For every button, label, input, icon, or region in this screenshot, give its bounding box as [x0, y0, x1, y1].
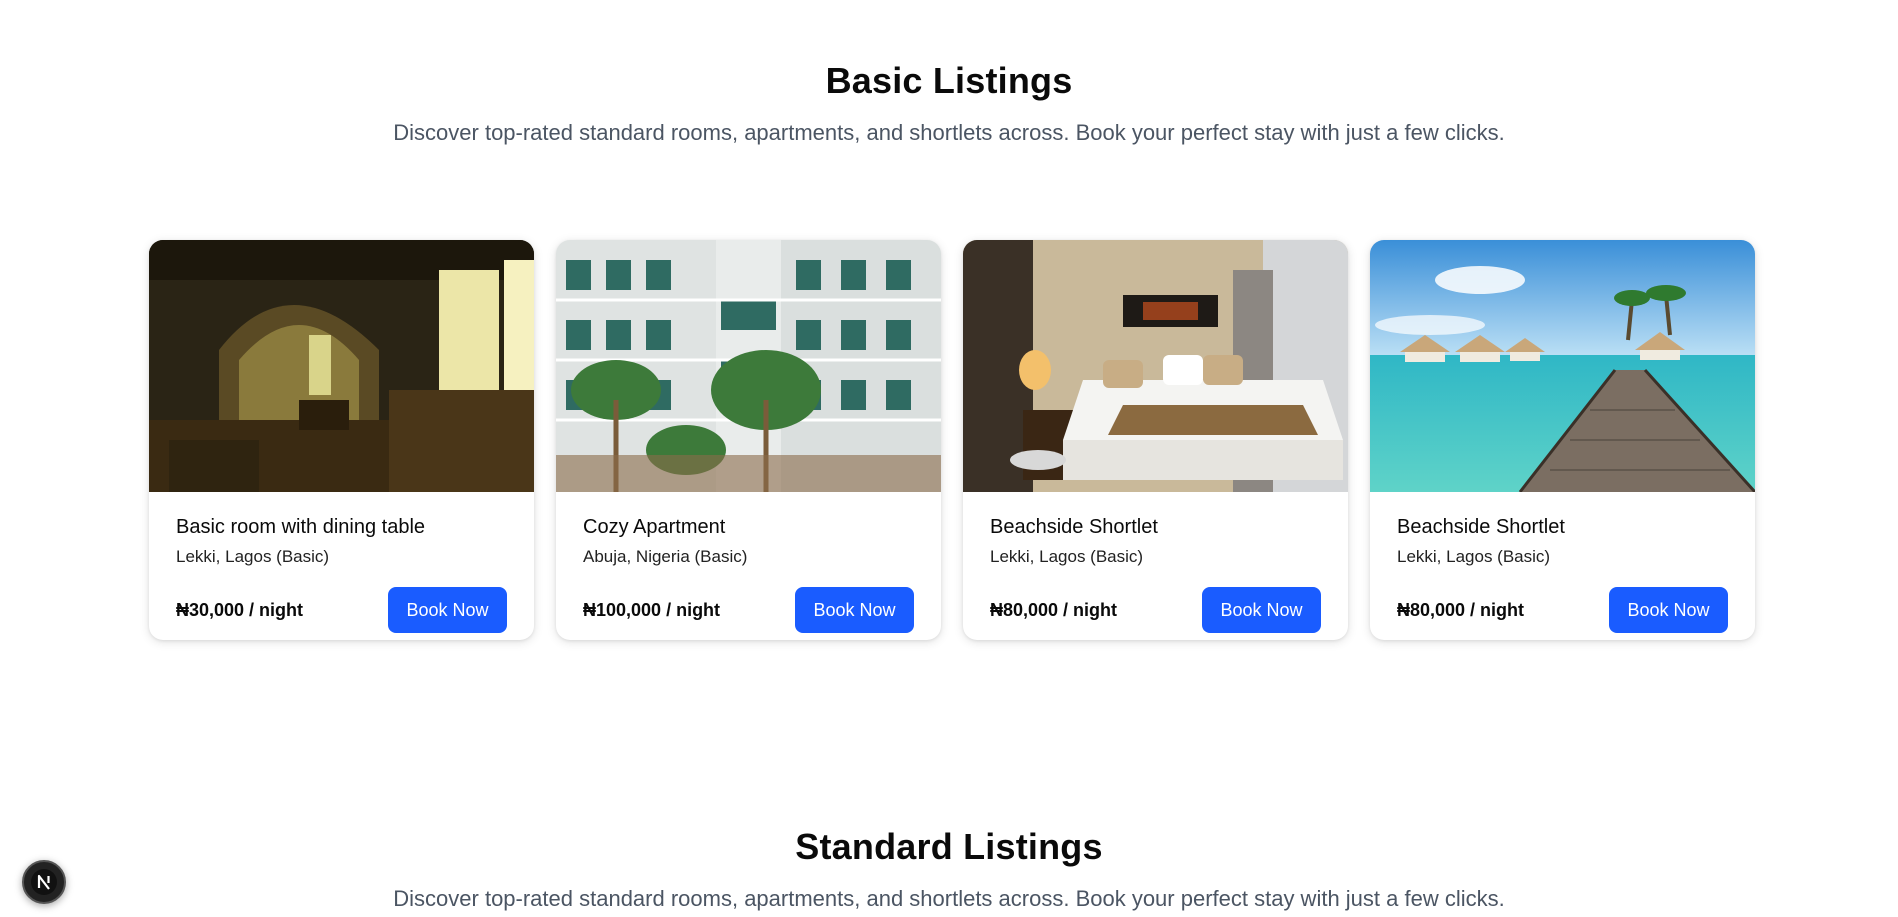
- listing-image-hotel-courtyard: [556, 240, 941, 492]
- page: Basic Listings Discover top-rated standa…: [0, 0, 1898, 917]
- basic-listings-subtitle: Discover top-rated standard rooms, apart…: [393, 120, 1505, 145]
- listing-card[interactable]: Beachside Shortlet Lekki, Lagos (Basic) …: [1370, 240, 1755, 640]
- listing-location: Lekki, Lagos (Basic): [1397, 547, 1551, 566]
- listing-location: Abuja, Nigeria (Basic): [583, 547, 748, 566]
- book-now-button[interactable]: Book Now: [388, 587, 507, 633]
- listing-card[interactable]: Basic room with dining table Lekki, Lago…: [149, 240, 534, 640]
- listing-image-hotel-bedroom: [963, 240, 1348, 492]
- listing-card[interactable]: Cozy Apartment Abuja, Nigeria (Basic) ₦1…: [556, 240, 941, 640]
- standard-listings-header: Standard Listings Discover top-rated sta…: [0, 826, 1898, 912]
- basic-listings-grid: Basic room with dining table Lekki, Lago…: [149, 240, 1755, 640]
- nextjs-logo-icon[interactable]: [22, 860, 66, 904]
- listing-location: Lekki, Lagos (Basic): [176, 547, 330, 566]
- basic-listings-title: Basic Listings: [825, 60, 1073, 101]
- listing-image-dim-room: [149, 240, 534, 492]
- listing-title: Beachside Shortlet: [990, 516, 1158, 538]
- listing-image-overwater-villas: [1370, 240, 1755, 492]
- basic-listings-header: Basic Listings Discover top-rated standa…: [0, 60, 1898, 146]
- listing-price: ₦80,000 / night: [1397, 599, 1525, 620]
- listing-price: ₦100,000 / night: [583, 599, 721, 620]
- listing-card[interactable]: Beachside Shortlet Lekki, Lagos (Basic) …: [963, 240, 1348, 640]
- listing-location: Lekki, Lagos (Basic): [990, 547, 1144, 566]
- book-now-button[interactable]: Book Now: [1202, 587, 1321, 633]
- book-now-button[interactable]: Book Now: [795, 587, 914, 633]
- listing-price: ₦80,000 / night: [990, 599, 1118, 620]
- standard-listings-subtitle: Discover top-rated standard rooms, apart…: [393, 886, 1505, 911]
- book-now-button[interactable]: Book Now: [1609, 587, 1728, 633]
- listing-title: Basic room with dining table: [176, 516, 426, 538]
- listing-title: Beachside Shortlet: [1397, 516, 1565, 538]
- listing-price: ₦30,000 / night: [176, 599, 304, 620]
- standard-listings-title: Standard Listings: [795, 826, 1103, 867]
- listing-title: Cozy Apartment: [583, 516, 726, 538]
